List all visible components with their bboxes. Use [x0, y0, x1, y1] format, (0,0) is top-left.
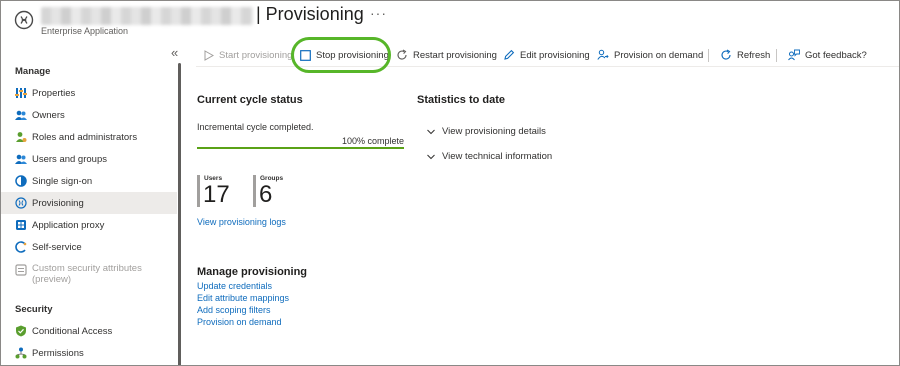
provision-on-demand-button[interactable]: Provision on demand — [597, 43, 703, 67]
roles-icon — [15, 131, 27, 143]
feedback-label: Got feedback? — [805, 49, 867, 61]
provisioning-icon — [15, 197, 27, 209]
refresh-icon — [720, 49, 732, 61]
self-service-icon — [15, 241, 27, 253]
sso-icon — [15, 175, 27, 187]
sidebar-item-self-service[interactable]: Self-service — [1, 236, 177, 258]
refresh-button[interactable]: Refresh — [720, 43, 770, 67]
sidebar: « Manage Properties Owners Roles and adm… — [1, 41, 181, 365]
groups-stat-marker — [253, 175, 256, 207]
sidebar-item-users-groups[interactable]: Users and groups — [1, 148, 177, 170]
custom-attributes-icon — [15, 264, 27, 276]
page-title: | Provisioning — [256, 4, 364, 24]
sidebar-item-label: Self-service — [32, 241, 82, 253]
view-technical-information-label: View technical information — [442, 151, 553, 162]
redacted-app-name — [41, 7, 253, 25]
current-cycle-heading: Current cycle status — [197, 94, 303, 106]
feedback-button[interactable]: Got feedback? — [788, 43, 867, 67]
add-scoping-filters-link[interactable]: Add scoping filters — [197, 305, 271, 315]
sidebar-item-label: Users and groups — [32, 153, 107, 165]
app-proxy-icon — [15, 219, 27, 231]
sidebar-item-provisioning[interactable]: Provisioning — [1, 192, 177, 214]
restart-provisioning-label: Restart provisioning — [413, 49, 497, 61]
sidebar-item-label: Roles and administrators — [32, 131, 138, 143]
chevron-down-icon — [426, 152, 436, 162]
sidebar-item-app-proxy[interactable]: Application proxy — [1, 214, 177, 236]
sidebar-item-label-line2: (preview) — [32, 274, 72, 285]
toolbar-divider — [708, 49, 709, 62]
users-groups-icon — [15, 153, 27, 165]
sidebar-item-label: Provisioning — [32, 197, 84, 209]
groups-count: 6 — [259, 181, 273, 208]
sidebar-item-label: Conditional Access — [32, 325, 113, 337]
sidebar-item-label: Application proxy — [32, 219, 105, 231]
sidebar-item-sso[interactable]: Single sign-on — [1, 170, 177, 192]
start-provisioning-button[interactable]: Start provisioning — [202, 43, 292, 67]
sidebar-item-label: Custom security attributes (preview) — [32, 263, 142, 285]
person-sync-icon — [597, 49, 609, 61]
stop-provisioning-highlight — [291, 37, 391, 73]
users-stat-marker — [197, 175, 200, 207]
view-provisioning-details-expander[interactable]: View provisioning details — [426, 126, 546, 137]
section-title-manage: Manage — [15, 66, 51, 77]
enterprise-app-icon — [14, 10, 34, 30]
conditional-access-icon — [15, 325, 27, 337]
sidebar-item-label: Single sign-on — [32, 175, 93, 187]
more-options-button[interactable]: ··· — [370, 5, 387, 21]
sidebar-scrollbar[interactable] — [178, 63, 181, 365]
progress-percentage: 100% complete — [342, 136, 405, 146]
refresh-label: Refresh — [737, 49, 771, 61]
properties-icon — [15, 87, 27, 99]
edit-attribute-mappings-link[interactable]: Edit attribute mappings — [197, 293, 289, 303]
permissions-icon — [15, 347, 27, 359]
manage-provisioning-heading: Manage provisioning — [197, 266, 308, 278]
view-provisioning-details-label: View provisioning details — [442, 126, 546, 137]
feedback-icon — [788, 49, 800, 61]
sidebar-item-roles[interactable]: Roles and administrators — [1, 126, 177, 148]
sidebar-item-properties[interactable]: Properties — [1, 82, 177, 104]
chevron-down-icon — [426, 127, 436, 137]
section-title-security: Security — [15, 304, 53, 315]
users-count: 17 — [203, 181, 230, 208]
edit-provisioning-label: Edit provisioning — [520, 49, 590, 61]
collapse-sidebar-button[interactable]: « — [171, 45, 178, 60]
cycle-status-text: Incremental cycle completed. — [197, 122, 314, 132]
sidebar-item-label: Owners — [32, 109, 65, 121]
owners-icon — [15, 109, 27, 121]
start-provisioning-label: Start provisioning — [219, 49, 293, 61]
sidebar-item-owners[interactable]: Owners — [1, 104, 177, 126]
view-technical-information-expander[interactable]: View technical information — [426, 151, 552, 162]
statistics-heading: Statistics to date — [417, 94, 506, 106]
sidebar-item-label: Permissions — [32, 347, 84, 359]
sidebar-item-label: Properties — [32, 87, 76, 99]
restart-provisioning-button[interactable]: Restart provisioning — [396, 43, 497, 67]
page-subtitle: Enterprise Application — [41, 26, 129, 36]
update-credentials-link[interactable]: Update credentials — [197, 281, 272, 291]
view-provisioning-logs-link[interactable]: View provisioning logs — [197, 217, 286, 227]
toolbar-divider — [776, 49, 777, 62]
provision-on-demand-label: Provision on demand — [614, 49, 704, 61]
provision-on-demand-link[interactable]: Provision on demand — [197, 317, 282, 327]
edit-provisioning-button[interactable]: Edit provisioning — [503, 43, 590, 67]
sidebar-item-custom-security-attributes[interactable]: Custom security attributes (preview) — [1, 263, 177, 291]
sidebar-item-label-line1: Custom security attributes — [32, 263, 142, 274]
restart-icon — [396, 49, 408, 61]
cycle-progress-bar — [197, 147, 404, 149]
play-icon — [202, 49, 214, 61]
sidebar-item-permissions[interactable]: Permissions — [1, 342, 177, 364]
sidebar-item-conditional-access[interactable]: Conditional Access — [1, 320, 177, 342]
app-frame: | Provisioning ··· Enterprise Applicatio… — [0, 0, 900, 366]
pencil-icon — [503, 49, 515, 61]
